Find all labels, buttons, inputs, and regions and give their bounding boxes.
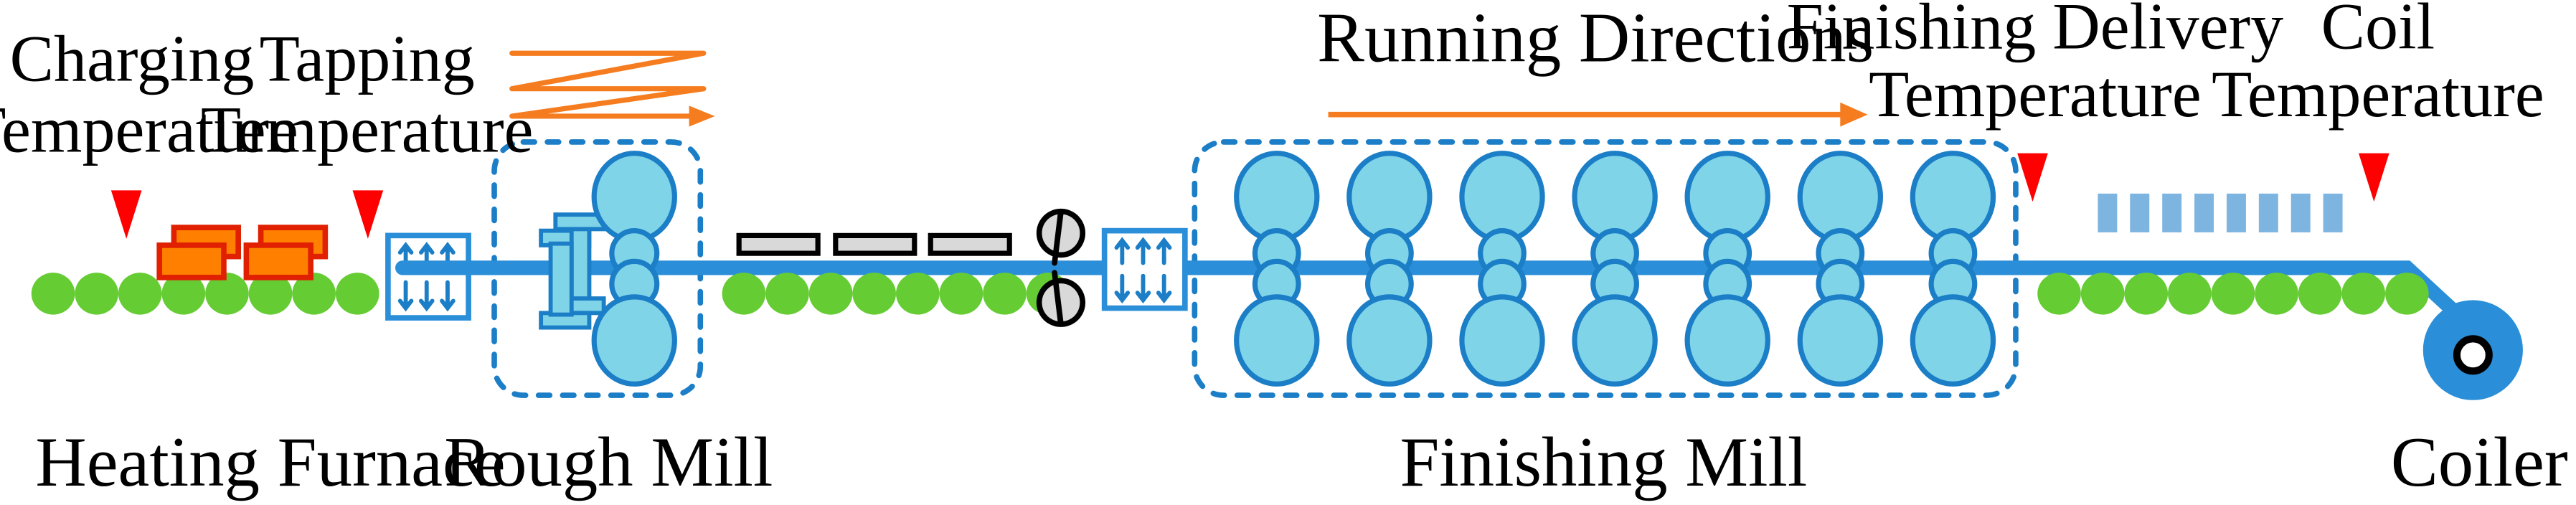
marker-charging-temperature: [110, 190, 142, 239]
marker-finishing-delivery-temperature: [2017, 153, 2048, 202]
station-label-coiler: Coiler: [2391, 423, 2568, 501]
finishing-delivery-temperature-line2: Temperature: [1869, 57, 2202, 131]
running-directions-label: Running Directions: [1317, 0, 1874, 77]
hot-strip-mill-diagram: Charging Temperature Tapping Temperature…: [0, 0, 2568, 501]
runout-cooling-headers: [2098, 193, 2343, 232]
running-directions-arrow: [1328, 102, 1868, 127]
station-label-heating-furnace: Heating Furnace: [35, 423, 505, 501]
runout-table-rollers: [2037, 273, 2429, 315]
tapping-temperature-line1: Tapping: [260, 22, 475, 95]
tapping-temperature-line2: Temperature: [201, 93, 534, 166]
marker-coil-temperature: [2359, 153, 2389, 202]
descaler-rough: [385, 232, 471, 321]
transfer-table-rollers: [722, 273, 1070, 315]
transfer-bar-3: [928, 232, 1012, 256]
coiler-unit: [2422, 300, 2523, 400]
charging-temperature-line1: Charging: [10, 22, 255, 95]
coil-temperature-line2: Temperature: [2212, 57, 2544, 131]
marker-tapping-temperature: [352, 190, 384, 239]
slab-2: [243, 225, 329, 280]
reversing-pass-arrow: [509, 50, 715, 127]
station-label-finishing-mill: Finishing Mill: [1400, 423, 1807, 501]
slab-1: [156, 225, 241, 280]
transfer-bars: [736, 232, 1012, 256]
station-label-rough-mill: Rough Mill: [444, 423, 773, 501]
coil-temperature-line1: Coil: [2321, 0, 2435, 62]
diagram-canvas: Charging Temperature Tapping Temperature…: [0, 0, 2576, 505]
transfer-bar-2: [833, 232, 917, 256]
descaler-finishing: [1101, 227, 1188, 311]
transfer-bar-1: [736, 232, 821, 256]
